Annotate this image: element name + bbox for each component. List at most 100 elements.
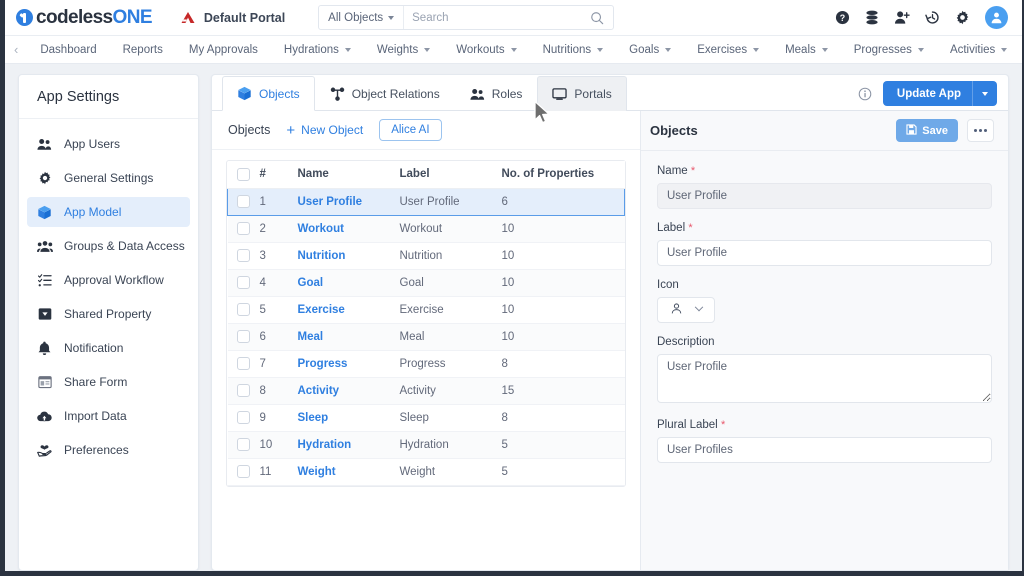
search-scope-dropdown[interactable]: All Objects (319, 6, 405, 29)
brand-name-secondary: ONE (112, 6, 153, 28)
nav-item-label: My Approvals (188, 43, 258, 56)
row-name-link[interactable]: Progress (298, 358, 348, 370)
tab-roles[interactable]: Roles (455, 76, 538, 111)
plural-label-field-label: Plural Label * (657, 419, 992, 431)
brand-logo[interactable]: codelessONE (16, 6, 153, 29)
nav-item-workouts[interactable]: Workouts (443, 36, 529, 63)
table-row[interactable]: 7 Progress Progress 8 (227, 350, 625, 378)
nav-item-weights[interactable]: Weights (364, 36, 443, 63)
nav-item-dashboard[interactable]: Dashboard (27, 36, 109, 63)
table-row[interactable]: 10 Hydration Hydration 5 (227, 431, 625, 459)
sidebar-item-notification[interactable]: Notification (27, 333, 190, 363)
row-checkbox[interactable] (236, 411, 250, 424)
nav-item-progresses[interactable]: Progresses (841, 36, 937, 63)
name-label-text: Name (657, 165, 688, 177)
row-name-link[interactable]: Nutrition (298, 250, 346, 262)
nav-item-reports[interactable]: Reports (110, 36, 176, 63)
row-checkbox[interactable] (236, 357, 250, 370)
row-checkbox[interactable] (236, 222, 250, 235)
nav-item-activities[interactable]: Activities (937, 36, 1020, 63)
tab-objects[interactable]: Objects (222, 76, 315, 111)
table-row[interactable]: 11 Weight Weight 5 (227, 458, 625, 486)
column-header-name[interactable]: Name (295, 161, 398, 189)
nav-item-my-approvals[interactable]: My Approvals (176, 36, 271, 63)
sidebar-item-preferences[interactable]: Preferences (27, 435, 190, 465)
table-row[interactable]: 1 User Profile User Profile 6 (227, 187, 625, 216)
table-row[interactable]: 3 Nutrition Nutrition 10 (227, 242, 625, 270)
nav-item-nutritions[interactable]: Nutritions (530, 36, 617, 63)
label-input[interactable] (657, 240, 992, 266)
required-asterisk: * (690, 165, 696, 177)
name-input[interactable] (657, 183, 992, 209)
new-object-button[interactable]: + New Object (286, 123, 363, 138)
row-name-link[interactable]: Exercise (298, 304, 345, 316)
description-textarea[interactable] (657, 354, 992, 403)
save-icon (906, 123, 917, 138)
sidebar-item-app-users[interactable]: App Users (27, 129, 190, 159)
svg-text:?: ? (840, 13, 845, 23)
search-icon[interactable] (590, 11, 613, 25)
row-label: Goal (397, 269, 500, 297)
row-name-link[interactable]: Sleep (298, 412, 329, 424)
avatar[interactable] (985, 6, 1008, 29)
row-checkbox[interactable] (236, 438, 250, 451)
row-checkbox[interactable] (236, 330, 250, 343)
global-search: All Objects (318, 5, 615, 30)
alice-ai-button[interactable]: Alice AI (379, 119, 442, 141)
column-header-properties[interactable]: No. of Properties (499, 161, 625, 189)
row-checkbox[interactable] (236, 303, 250, 316)
help-icon[interactable]: ? (835, 10, 850, 25)
row-name-link[interactable]: Goal (298, 277, 324, 289)
table-row[interactable]: 6 Meal Meal 10 (227, 323, 625, 351)
table-row[interactable]: 8 Activity Activity 15 (227, 377, 625, 405)
save-button[interactable]: Save (896, 119, 958, 142)
nav-item-goals[interactable]: Goals (616, 36, 684, 63)
nav-item-exercises[interactable]: Exercises (684, 36, 772, 63)
search-input[interactable] (404, 11, 591, 24)
row-name-link[interactable]: Meal (298, 331, 324, 343)
gear-icon[interactable] (955, 10, 970, 25)
row-checkbox[interactable] (236, 465, 250, 478)
details-more-button[interactable] (967, 119, 994, 142)
sidebar-item-shared-property[interactable]: Shared Property (27, 299, 190, 329)
update-app-button[interactable]: Update App (882, 81, 997, 106)
sidebar-item-import-data[interactable]: Import Data (27, 401, 190, 431)
row-name-link[interactable]: Workout (298, 223, 344, 235)
update-app-dropdown-icon[interactable] (973, 91, 997, 96)
column-header-number[interactable]: # (257, 161, 296, 189)
tab-portals[interactable]: Portals (537, 76, 627, 111)
sidebar-item-share-form[interactable]: Share Form (27, 367, 190, 397)
row-properties-count: 10 (499, 242, 625, 270)
nav-item-hydrations[interactable]: Hydrations (271, 36, 364, 63)
history-icon[interactable] (925, 10, 940, 25)
sidebar-item-label: Approval Workflow (64, 273, 164, 287)
portal-selector[interactable]: Default Portal (180, 11, 285, 25)
info-icon[interactable] (858, 87, 872, 101)
nav-scroll-left-icon[interactable]: ‹ (5, 36, 27, 63)
table-row[interactable]: 5 Exercise Exercise 10 (227, 296, 625, 324)
table-row[interactable]: 2 Workout Workout 10 (227, 215, 625, 243)
plural-label-input[interactable] (657, 437, 992, 463)
row-checkbox[interactable] (236, 276, 250, 289)
sidebar-item-general-settings[interactable]: General Settings (27, 163, 190, 193)
add-user-icon[interactable] (894, 10, 910, 25)
sidebar-item-groups-data-access[interactable]: Groups & Data Access (27, 231, 190, 261)
icon-select-dropdown[interactable] (657, 297, 715, 323)
row-checkbox[interactable] (236, 249, 250, 262)
select-all-checkbox[interactable] (236, 167, 250, 181)
row-name-link[interactable]: User Profile (298, 196, 363, 208)
column-header-label[interactable]: Label (397, 161, 500, 189)
row-checkbox[interactable] (237, 195, 250, 208)
table-row[interactable]: 9 Sleep Sleep 8 (227, 404, 625, 432)
row-name-link[interactable]: Weight (298, 466, 336, 478)
tab-object-relations[interactable]: Object Relations (315, 76, 455, 111)
sidebar-item-approval-workflow[interactable]: Approval Workflow (27, 265, 190, 295)
table-row[interactable]: 4 Goal Goal 10 (227, 269, 625, 297)
sidebar-item-app-model[interactable]: App Model (27, 197, 190, 227)
nav-item-meals[interactable]: Meals (772, 36, 841, 63)
row-checkbox[interactable] (236, 384, 250, 397)
nav-item-sleeps[interactable]: Sleeps (1020, 36, 1022, 63)
database-icon[interactable] (865, 10, 879, 25)
row-name-link[interactable]: Activity (298, 385, 340, 397)
row-name-link[interactable]: Hydration (298, 439, 352, 451)
